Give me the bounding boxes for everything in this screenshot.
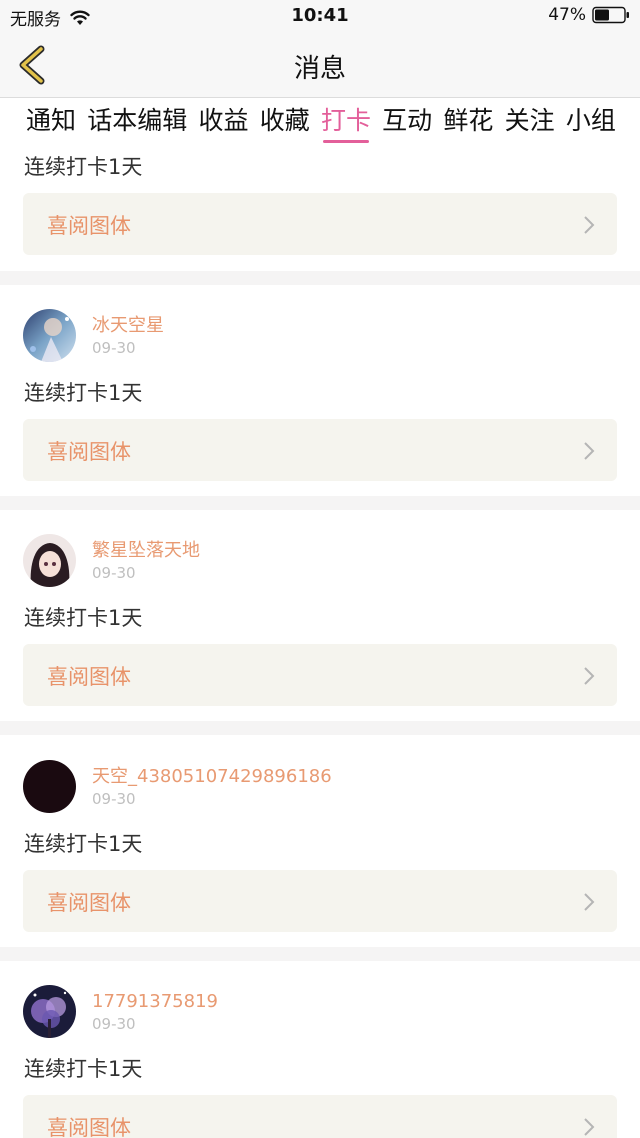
username[interactable]: 冰天空星 bbox=[92, 315, 164, 337]
nav-bar: 消息 bbox=[0, 32, 640, 98]
tab-checkin[interactable]: 打卡 bbox=[321, 99, 371, 145]
tab-groups[interactable]: 小组 bbox=[566, 99, 616, 145]
tab-follow[interactable]: 关注 bbox=[505, 99, 555, 145]
message-date: 09-30 bbox=[92, 1014, 136, 1033]
message-date: 09-30 bbox=[92, 789, 136, 808]
user-row: 繁星坠落天地 09-30 bbox=[23, 534, 200, 587]
chevron-right-icon bbox=[584, 1118, 595, 1136]
message-text: 连续打卡1天 bbox=[24, 1057, 143, 1081]
chevron-right-icon bbox=[584, 216, 595, 234]
username[interactable]: 繁星坠落天地 bbox=[92, 540, 200, 562]
username[interactable]: 天空_43805107429896186 bbox=[92, 766, 332, 788]
book-link[interactable]: 喜阅图体 bbox=[23, 1095, 617, 1138]
card-divider bbox=[0, 721, 640, 735]
user-row: 冰天空星 09-30 bbox=[23, 309, 164, 362]
user-meta: 冰天空星 09-30 bbox=[92, 315, 164, 357]
chevron-right-icon bbox=[584, 667, 595, 685]
card-divider bbox=[0, 947, 640, 961]
avatar[interactable] bbox=[23, 309, 76, 362]
tab-flowers[interactable]: 鲜花 bbox=[443, 99, 493, 145]
battery-group: 47% bbox=[548, 5, 630, 25]
message-text: 连续打卡1天 bbox=[24, 832, 143, 856]
tab-story-editor[interactable]: 话本编辑 bbox=[87, 99, 187, 145]
battery-icon bbox=[592, 6, 629, 24]
message-date: 09-30 bbox=[92, 338, 136, 357]
status-bar: 无服务 10:41 47% bbox=[0, 0, 640, 32]
book-title: 喜阅图体 bbox=[47, 665, 131, 689]
battery-percent: 47% bbox=[548, 5, 586, 25]
book-title: 喜阅图体 bbox=[47, 891, 131, 915]
tab-notice[interactable]: 通知 bbox=[26, 99, 76, 145]
username[interactable]: 17791375819 bbox=[92, 991, 218, 1013]
user-meta: 繁星坠落天地 09-30 bbox=[92, 540, 200, 582]
book-title: 喜阅图体 bbox=[47, 1116, 131, 1138]
tab-earnings[interactable]: 收益 bbox=[198, 99, 248, 145]
message-text: 连续打卡1天 bbox=[24, 606, 143, 630]
user-row: 天空_43805107429896186 09-30 bbox=[23, 760, 332, 813]
user-meta: 天空_43805107429896186 09-30 bbox=[92, 766, 332, 808]
message-text: 连续打卡1天 bbox=[24, 155, 143, 179]
tab-favorites[interactable]: 收藏 bbox=[260, 99, 310, 145]
book-link[interactable]: 喜阅图体 bbox=[23, 419, 617, 481]
book-title: 喜阅图体 bbox=[47, 440, 131, 464]
book-link[interactable]: 喜阅图体 bbox=[23, 644, 617, 706]
user-meta: 17791375819 09-30 bbox=[92, 991, 218, 1033]
avatar[interactable] bbox=[23, 534, 76, 587]
clock: 10:41 bbox=[291, 5, 349, 26]
chevron-right-icon bbox=[584, 442, 595, 460]
message-card: 17791375819 09-30 连续打卡1天 喜阅图体 bbox=[0, 961, 640, 1138]
book-link[interactable]: 喜阅图体 bbox=[23, 870, 617, 932]
message-card: 天空_43805107429896186 09-30 连续打卡1天 喜阅图体 bbox=[0, 735, 640, 947]
avatar[interactable] bbox=[23, 985, 76, 1038]
chevron-right-icon bbox=[584, 893, 595, 911]
tab-bar: 通知 话本编辑 收益 收藏 打卡 互动 鲜花 关注 小组 bbox=[0, 99, 640, 145]
message-card: 连续打卡1天 喜阅图体 bbox=[0, 145, 640, 271]
message-text: 连续打卡1天 bbox=[24, 381, 143, 405]
avatar[interactable] bbox=[23, 760, 76, 813]
book-link[interactable]: 喜阅图体 bbox=[23, 193, 617, 255]
message-card: 繁星坠落天地 09-30 连续打卡1天 喜阅图体 bbox=[0, 510, 640, 721]
book-title: 喜阅图体 bbox=[47, 214, 131, 238]
tab-interaction[interactable]: 互动 bbox=[382, 99, 432, 145]
card-divider bbox=[0, 271, 640, 285]
message-card: 冰天空星 09-30 连续打卡1天 喜阅图体 bbox=[0, 285, 640, 496]
message-date: 09-30 bbox=[92, 563, 136, 582]
page-title: 消息 bbox=[293, 54, 346, 84]
user-row: 17791375819 09-30 bbox=[23, 985, 218, 1038]
card-divider bbox=[0, 496, 640, 510]
